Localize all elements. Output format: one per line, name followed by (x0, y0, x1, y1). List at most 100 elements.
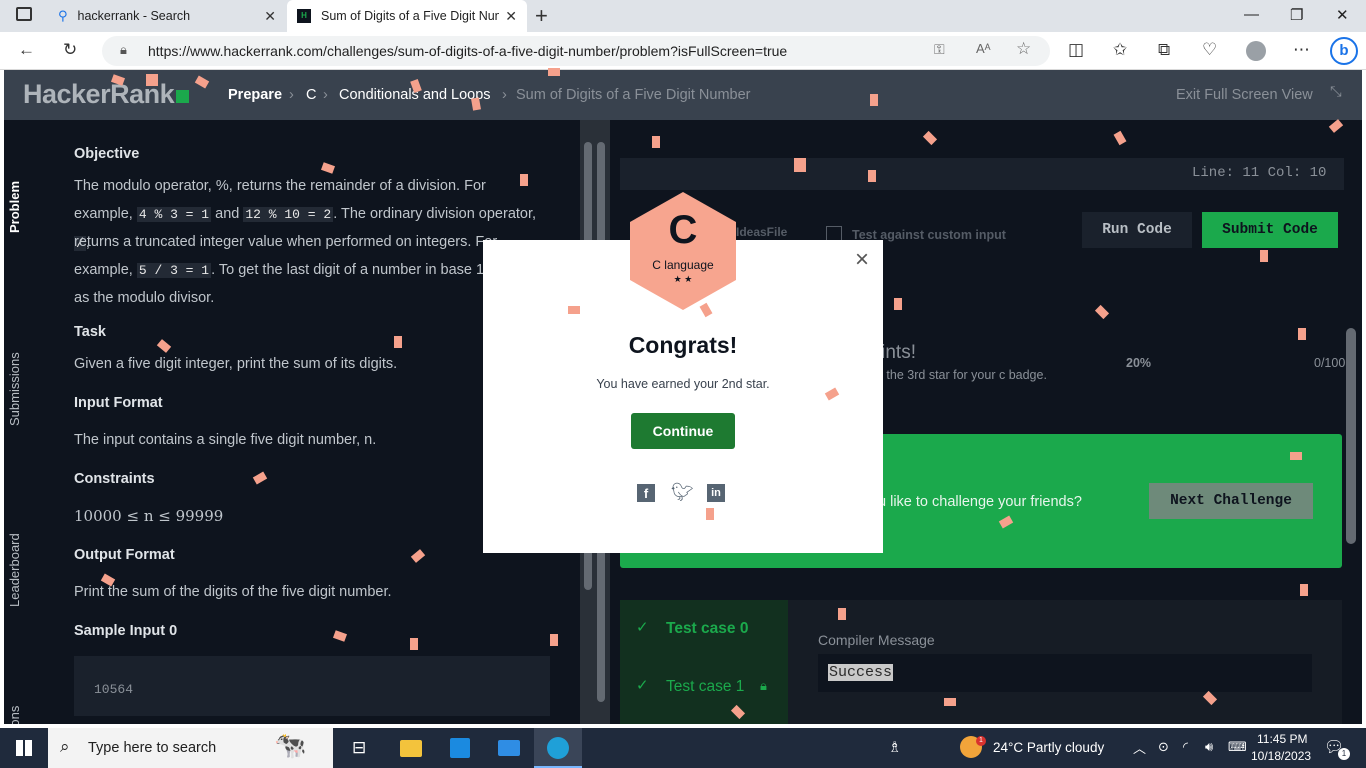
collapse-icon[interactable]: ⤡ (1330, 84, 1342, 100)
test-case-1[interactable]: Test case 1 (666, 678, 744, 696)
edge-taskbar-button[interactable] (534, 728, 582, 768)
back-icon[interactable]: ← (18, 40, 35, 60)
constraints-heading: Constraints (74, 471, 155, 487)
next-challenge-button[interactable]: Next Challenge (1149, 483, 1313, 519)
continue-button[interactable]: Continue (631, 413, 735, 449)
more-icon[interactable]: ⋯ (1293, 40, 1310, 60)
confetti-piece (706, 508, 714, 520)
editor-scrollbar[interactable] (1346, 328, 1356, 544)
restore-icon[interactable]: ❐ (1290, 6, 1303, 24)
input-text: The input contains a single five digit n… (74, 432, 377, 448)
hackerrank-favicon-icon: H (297, 9, 311, 23)
volume-icon[interactable]: 🔊︎ (1205, 739, 1213, 755)
clock-date[interactable]: 10/18/2023 (1251, 749, 1311, 763)
rail-discussions[interactable]: Discussions (7, 706, 22, 724)
top-nav: HackerRank Prepare › C › Conditionals an… (4, 70, 1362, 120)
tab-actions-icon[interactable] (16, 7, 32, 21)
check-icon: ✓ (636, 619, 649, 636)
confetti-piece (794, 158, 806, 172)
exit-fullscreen-link[interactable]: Exit Full Screen View (1176, 87, 1313, 103)
search-icon: ⌕ (60, 737, 70, 756)
score-text: 0/100 (1314, 356, 1346, 370)
windows-start-icon[interactable] (16, 740, 32, 756)
confetti-piece (1260, 250, 1268, 262)
text: and (215, 206, 240, 222)
url-field[interactable]: 🔒︎ https://www.hackerrank.com/challenges… (102, 36, 1050, 66)
confetti-piece (394, 336, 402, 348)
tab-bar: ⚲ hackerrank - Search ✕ H Sum of Digits … (0, 0, 1366, 32)
new-tab-icon[interactable]: + (535, 3, 548, 29)
submit-code-button[interactable]: Submit Code (1202, 212, 1338, 248)
meet-now-icon[interactable]: ⊙ (1158, 739, 1169, 755)
twitter-icon[interactable]: 🐦︎ (671, 482, 694, 503)
avatar[interactable] (1246, 41, 1266, 61)
confetti-piece (868, 170, 876, 182)
objective-line-1: The modulo operator, %, returns the rema… (74, 178, 486, 194)
breadcrumb-prepare[interactable]: Prepare (228, 87, 282, 103)
browser-essentials-icon[interactable]: ♡ (1202, 40, 1217, 60)
favorites-icon[interactable]: ✩ (1113, 40, 1127, 60)
people-icon[interactable]: ♗ (888, 738, 901, 756)
chevron-up-icon[interactable]: ︿ (1133, 738, 1146, 757)
test-case-0[interactable]: Test case 0 (666, 620, 748, 638)
wifi-icon[interactable]: ◜ (1183, 739, 1188, 755)
weather-text[interactable]: 24°C Partly cloudy (993, 740, 1104, 755)
facebook-icon[interactable]: f (637, 484, 655, 502)
output-heading: Output Format (74, 547, 175, 563)
bing-copilot-icon[interactable]: b (1330, 37, 1358, 65)
mail-icon[interactable] (498, 740, 520, 756)
minimize-icon[interactable]: — (1244, 6, 1259, 23)
rail-leaderboard[interactable]: Leaderboard (7, 533, 22, 607)
rail-problem[interactable]: Problem (7, 181, 22, 233)
collections-icon[interactable]: ⧉ (1158, 40, 1170, 60)
code: 5 / 3 = 1 (136, 263, 212, 278)
objective-line-4: example, 5 / 3 = 1. To get the last digi… (74, 256, 554, 285)
tab-title: Sum of Digits of a Five Digit Num (321, 9, 499, 23)
code: 12 % 10 = 2 (243, 207, 334, 222)
confetti-piece (1290, 452, 1302, 460)
ime-icon[interactable]: ⌨ (1228, 739, 1247, 755)
input-heading: Input Format (74, 395, 163, 411)
split-screen-icon[interactable]: ◫ (1068, 40, 1084, 60)
clock-time[interactable]: 11:45 PM (1257, 732, 1307, 746)
confetti-piece (520, 174, 528, 186)
hackerrank-logo[interactable]: HackerRank (23, 79, 190, 110)
close-tab-icon[interactable]: ✕ (505, 8, 517, 25)
badge-letter: C (668, 208, 698, 252)
windows-taskbar: ⌕ Type here to search 🐄 ⊟ ♗ 1 24°C Partl… (0, 728, 1366, 768)
confetti-piece (944, 698, 956, 706)
taskbar-search[interactable]: ⌕ Type here to search 🐄 (48, 728, 333, 768)
confetti-piece (550, 634, 558, 646)
close-window-icon[interactable]: ✕ (1336, 6, 1349, 24)
store-icon[interactable] (450, 738, 470, 758)
task-view-icon[interactable]: ⊟ (352, 738, 366, 758)
left-rail: Problem Submissions Leaderboard Discussi… (4, 120, 42, 724)
confetti-piece (568, 306, 580, 314)
ideas-file-link[interactable]: IdeasFile (736, 225, 787, 239)
close-modal-button[interactable]: × (855, 246, 869, 274)
tab-hackerrank[interactable]: H Sum of Digits of a Five Digit Num ✕ (287, 0, 527, 32)
key-icon[interactable]: ⚿ (934, 41, 945, 58)
lock-icon: 🔒︎ (120, 42, 127, 57)
rail-submissions[interactable]: Submissions (7, 352, 22, 426)
read-aloud-icon[interactable]: Aᴬ (976, 41, 991, 56)
edge-icon (547, 737, 569, 759)
linkedin-icon[interactable]: in (707, 484, 725, 502)
close-tab-icon[interactable]: ✕ (264, 8, 276, 25)
confetti-piece (548, 68, 560, 76)
favorite-star-icon[interactable]: ☆ (1016, 39, 1031, 59)
tab-bing-search[interactable]: ⚲ hackerrank - Search ✕ (48, 0, 286, 32)
objective-line-3: returns a truncated integer value when p… (74, 234, 498, 250)
taskbar-search-text: Type here to search (88, 740, 217, 756)
task-text: Given a five digit integer, print the su… (74, 356, 398, 372)
search-highlight-icon: 🐄 (274, 730, 307, 760)
badge-label: C language (652, 258, 714, 272)
badge-hint-text: n the 3rd star for your c badge. (876, 368, 1047, 382)
c-language-badge: C C language ★ ★ (628, 190, 738, 312)
text: example, (74, 206, 133, 222)
run-code-button[interactable]: Run Code (1082, 212, 1192, 248)
file-explorer-icon[interactable] (400, 740, 422, 757)
breadcrumb-c[interactable]: C (306, 87, 316, 103)
refresh-icon[interactable]: ↻ (63, 40, 77, 60)
confetti-piece (870, 94, 878, 106)
